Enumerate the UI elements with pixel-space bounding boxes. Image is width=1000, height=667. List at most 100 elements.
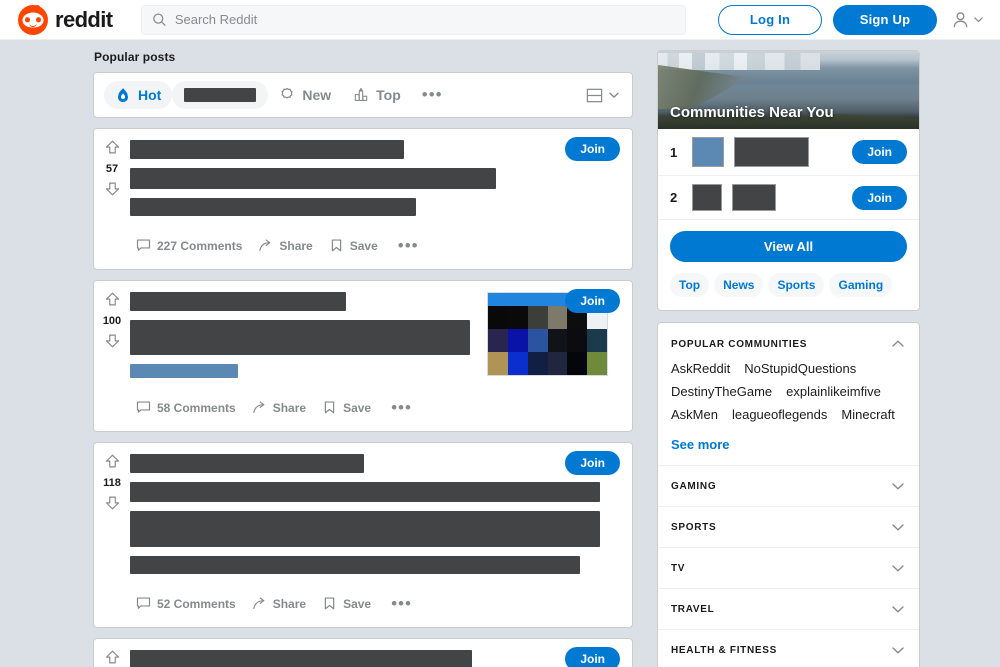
downvote-button[interactable] bbox=[104, 494, 121, 514]
category-label: GAMING bbox=[671, 480, 717, 492]
join-community-button[interactable]: Join bbox=[565, 647, 620, 667]
redacted-community-block bbox=[692, 137, 724, 167]
redacted-text-bar bbox=[130, 320, 470, 355]
category-row-tv[interactable]: TV bbox=[658, 547, 919, 588]
podium-chart-icon bbox=[354, 87, 368, 101]
join-community-button[interactable]: Join bbox=[565, 289, 620, 313]
post-text-redactions bbox=[130, 650, 620, 667]
post-card[interactable]: 100 Join 58 Comments Share Save ••• bbox=[93, 280, 633, 432]
community-link[interactable]: Minecraft bbox=[841, 407, 894, 422]
comment-bubble-icon bbox=[136, 401, 151, 413]
expand-category-button[interactable] bbox=[890, 478, 906, 494]
post-text-redactions bbox=[130, 454, 620, 583]
search-bar[interactable] bbox=[140, 4, 686, 35]
join-community-button[interactable]: Join bbox=[565, 137, 620, 161]
share-button[interactable]: Share bbox=[246, 591, 312, 616]
sort-more-options-button[interactable]: ••• bbox=[412, 86, 453, 103]
category-row-travel[interactable]: TRAVEL bbox=[658, 588, 919, 629]
upvote-button[interactable] bbox=[104, 291, 121, 311]
chevron-up-icon bbox=[892, 340, 904, 347]
category-row-health-fitness[interactable]: HEALTH & FITNESS bbox=[658, 629, 919, 667]
upvote-button[interactable] bbox=[104, 139, 121, 159]
reddit-logo[interactable]: reddit bbox=[18, 4, 113, 35]
expand-category-button[interactable] bbox=[890, 642, 906, 658]
community-link[interactable]: explainlikeimfive bbox=[786, 384, 881, 399]
post-body: Join bbox=[130, 639, 632, 667]
post-more-options-button[interactable]: ••• bbox=[388, 237, 429, 254]
upvote-button[interactable] bbox=[104, 453, 121, 473]
join-community-button[interactable]: Join bbox=[565, 451, 620, 475]
post-card[interactable]: 10.0k Join bbox=[93, 638, 633, 667]
expand-category-button[interactable] bbox=[890, 601, 906, 617]
save-button[interactable]: Save bbox=[323, 233, 384, 258]
redacted-text-bar bbox=[130, 140, 404, 159]
sign-up-button[interactable]: Sign Up bbox=[833, 4, 937, 35]
post-action-bar: 227 Comments Share Save ••• bbox=[130, 225, 620, 269]
category-row-gaming[interactable]: GAMING bbox=[658, 465, 919, 506]
view-all-button[interactable]: View All bbox=[670, 231, 907, 262]
sort-tab-new[interactable]: New bbox=[268, 81, 342, 109]
community-link[interactable]: DestinyTheGame bbox=[671, 384, 772, 399]
vote-column: 10.0k bbox=[94, 639, 130, 667]
category-chip-top[interactable]: Top bbox=[670, 273, 710, 297]
user-account-menu[interactable] bbox=[948, 9, 986, 30]
share-button[interactable]: Share bbox=[252, 233, 318, 258]
comments-button[interactable]: 58 Comments bbox=[130, 395, 242, 420]
community-link[interactable]: NoStupidQuestions bbox=[744, 361, 856, 376]
comments-button[interactable]: 52 Comments bbox=[130, 591, 242, 616]
see-more-link[interactable]: See more bbox=[658, 434, 743, 465]
category-chip-news[interactable]: News bbox=[714, 273, 764, 297]
join-community-button[interactable]: Join bbox=[852, 140, 907, 164]
popular-communities-row: DestinyTheGame explainlikeimfive bbox=[671, 384, 906, 399]
community-link[interactable]: AskMen bbox=[671, 407, 718, 422]
collapse-popular-communities-button[interactable] bbox=[890, 336, 906, 352]
category-chip-gaming[interactable]: Gaming bbox=[829, 273, 893, 297]
search-input[interactable] bbox=[174, 12, 675, 27]
post-more-options-button[interactable]: ••• bbox=[381, 399, 422, 416]
save-button-label: Save bbox=[349, 238, 378, 253]
post-score: 57 bbox=[105, 163, 119, 175]
join-community-button[interactable]: Join bbox=[852, 185, 907, 210]
save-button[interactable]: Save bbox=[316, 395, 377, 420]
category-label: SPORTS bbox=[671, 521, 717, 533]
comments-button[interactable]: 227 Comments bbox=[130, 233, 248, 258]
post-card[interactable]: 57 Join 227 Comments Share Save ••• bbox=[93, 128, 633, 270]
expand-category-button[interactable] bbox=[890, 519, 906, 535]
community-rank: 1 bbox=[670, 144, 678, 160]
nearby-community-row[interactable]: 2 Join bbox=[658, 176, 919, 220]
sort-tab-top[interactable]: Top bbox=[342, 81, 412, 109]
post-score: 118 bbox=[103, 477, 121, 489]
post-more-options-button[interactable]: ••• bbox=[381, 595, 422, 612]
redacted-text-bar bbox=[130, 482, 600, 502]
community-link[interactable]: leagueoflegends bbox=[732, 407, 827, 422]
category-row-sports[interactable]: SPORTS bbox=[658, 506, 919, 547]
redacted-text-bar bbox=[130, 168, 496, 189]
upvote-icon bbox=[105, 454, 119, 468]
post-feed-column: Popular posts Hot New Top ••• 57 Join 22… bbox=[93, 50, 633, 667]
thumbnail-pixel bbox=[587, 329, 607, 352]
community-category-chips: Top News Sports Gaming bbox=[658, 262, 919, 310]
nearby-community-row[interactable]: 1 Join bbox=[658, 129, 919, 176]
save-button-label: Save bbox=[343, 596, 372, 611]
comments-button-label: 227 Comments bbox=[157, 238, 243, 253]
upvote-button[interactable] bbox=[104, 649, 121, 667]
post-text-redactions bbox=[130, 140, 620, 225]
downvote-button[interactable] bbox=[104, 332, 121, 352]
sort-tab-top-label: Top bbox=[376, 87, 401, 103]
view-mode-selector[interactable] bbox=[585, 86, 620, 105]
sort-tab-redacted[interactable] bbox=[172, 81, 269, 109]
community-link[interactable]: AskReddit bbox=[671, 361, 730, 376]
save-button[interactable]: Save bbox=[316, 591, 377, 616]
expand-category-button[interactable] bbox=[890, 560, 906, 576]
chevron-down-icon bbox=[609, 92, 619, 98]
share-button[interactable]: Share bbox=[246, 395, 312, 420]
category-chip-sports[interactable]: Sports bbox=[768, 273, 825, 297]
log-in-button[interactable]: Log In bbox=[718, 4, 822, 35]
downvote-button[interactable] bbox=[104, 180, 121, 200]
post-card[interactable]: 118 Join 52 Comments Share Save ••• bbox=[93, 442, 633, 628]
thumbnail-pixel bbox=[507, 306, 528, 329]
sort-bar: Hot New Top ••• bbox=[93, 72, 633, 118]
sort-tab-hot[interactable]: Hot bbox=[104, 81, 173, 109]
thumbnail-pixel bbox=[587, 352, 607, 375]
post-action-bar: 58 Comments Share Save ••• bbox=[130, 387, 620, 431]
